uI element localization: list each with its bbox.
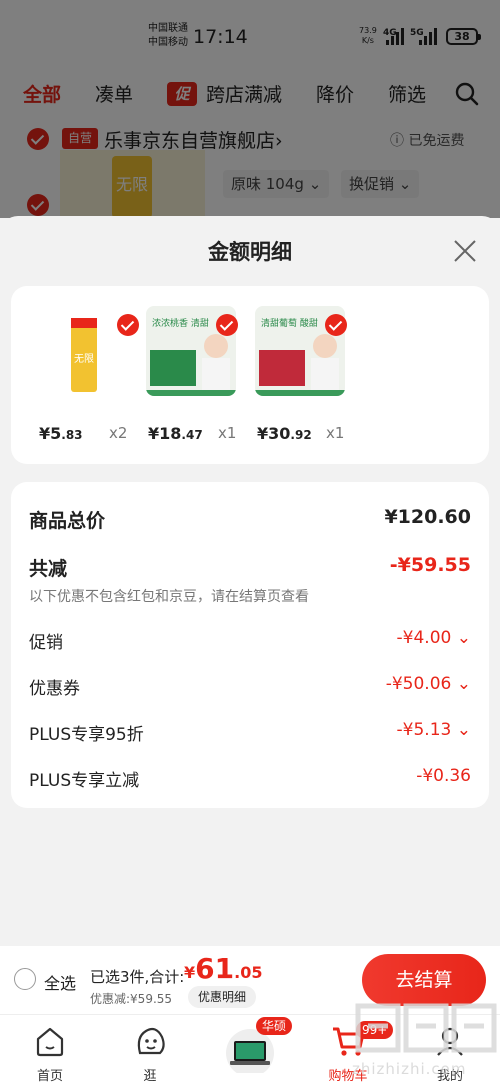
- item-check-icon-3: [325, 314, 347, 336]
- item-thumb-2[interactable]: 浓浓桃香 清甜: [146, 306, 238, 396]
- tab-home-label: 首页: [36, 1069, 63, 1083]
- tab-browse-label: 逛: [143, 1069, 157, 1083]
- browse-icon: [137, 1027, 165, 1055]
- item-banner-3: 清甜葡萄 酸甜: [261, 317, 318, 329]
- promo-value: -¥4.00 ⌄: [397, 628, 471, 648]
- item-price-dec-2: .47: [181, 428, 203, 442]
- discount-note: 以下优惠不包含红包和京豆，请在结算页查看: [29, 589, 309, 605]
- tab-home[interactable]: 首页: [20, 1023, 80, 1083]
- sheet-title: 金额明细: [208, 240, 292, 264]
- item-banner-2: 浓浓桃香 清甜: [152, 317, 209, 329]
- tab-browse[interactable]: 逛: [120, 1023, 180, 1083]
- select-all-label[interactable]: 全选: [44, 970, 76, 994]
- selected-summary: 已选3件,合计:: [90, 968, 185, 986]
- amount-detail-sheet: 金额明细 无限 浓浓桃香 清甜 清甜葡萄 酸甜 ¥5.83 x2 ¥18.47 …: [0, 216, 500, 946]
- coupon-amount: -¥50.06: [385, 674, 452, 694]
- select-all-radio[interactable]: [14, 968, 36, 990]
- plus95-label: PLUS专享95折: [29, 725, 144, 745]
- discount-row: 共减 -¥59.55: [29, 554, 471, 581]
- item-price-int-2: ¥18: [148, 424, 182, 443]
- total-int: 61: [195, 952, 235, 985]
- item-check-icon-1: [117, 314, 139, 336]
- total-price-label: 商品总价: [29, 510, 106, 532]
- promo-badge: 华硕: [256, 1017, 293, 1035]
- chevron-down-icon: ⌄: [456, 674, 471, 694]
- watermark: zhizhizhi.com: [352, 996, 500, 1083]
- plus95-row[interactable]: PLUS专享95折 -¥5.13 ⌄: [29, 720, 471, 745]
- watermark-text: zhizhizhi.com: [352, 1060, 467, 1078]
- item-price-2: ¥18.47: [148, 424, 203, 443]
- promo-label: 促销: [29, 633, 63, 653]
- item-price-dec-1: .83: [61, 428, 83, 442]
- plus95-value: -¥5.13 ⌄: [397, 720, 471, 740]
- discount-label: 共减: [29, 558, 68, 580]
- coupon-row[interactable]: 优惠券 -¥50.06 ⌄: [29, 674, 471, 699]
- watermark-logo-icon: [355, 1003, 497, 1053]
- item-price-3: ¥30.92: [257, 424, 312, 443]
- total-amount: ¥61.05: [184, 952, 262, 985]
- item-qty-2: x1: [218, 424, 237, 442]
- coupon-label: 优惠券: [29, 679, 80, 699]
- breakdown-card: 商品总价 ¥120.60 共减 -¥59.55 以下优惠不包含红包和京豆，请在结…: [11, 482, 489, 808]
- chevron-down-icon: ⌄: [456, 628, 471, 648]
- discount-detail-button[interactable]: 优惠明细: [188, 986, 256, 1008]
- items-card: 无限 浓浓桃香 清甜 清甜葡萄 酸甜 ¥5.83 x2 ¥18.47 x1 ¥3…: [11, 286, 489, 464]
- item-price-int-3: ¥30: [257, 424, 291, 443]
- item-price-int-1: ¥5: [39, 424, 62, 443]
- chevron-down-icon: ⌄: [456, 720, 471, 740]
- coupon-value: -¥50.06 ⌄: [386, 674, 471, 694]
- plus-reduce-row: PLUS专享立减 -¥0.36: [29, 766, 471, 791]
- total-price-value: ¥120.60: [384, 506, 471, 528]
- home-icon: [36, 1027, 64, 1057]
- total-currency: ¥: [184, 963, 196, 982]
- plus-reduce-value: -¥0.36: [416, 766, 471, 786]
- plus-reduce-label: PLUS专享立减: [29, 771, 140, 791]
- item-qty-3: x1: [326, 424, 345, 442]
- promo-amount: -¥4.00: [396, 628, 452, 648]
- dim-overlay[interactable]: [0, 0, 500, 218]
- total-price-row: 商品总价 ¥120.60: [29, 506, 471, 533]
- item-thumb-3[interactable]: 清甜葡萄 酸甜: [255, 306, 347, 396]
- item-qty-1: x2: [109, 424, 128, 442]
- item-check-icon-2: [216, 314, 238, 336]
- svg-text:无限: 无限: [74, 353, 94, 365]
- total-dec: .05: [234, 963, 263, 982]
- discount-value: -¥59.55: [389, 554, 471, 576]
- item-price-1: ¥5.83: [39, 424, 83, 443]
- promo-row[interactable]: 促销 -¥4.00 ⌄: [29, 628, 471, 653]
- close-icon[interactable]: [452, 238, 478, 264]
- item-thumb-1[interactable]: 无限: [47, 306, 139, 396]
- item-price-dec-3: .92: [290, 428, 312, 442]
- plus95-amount: -¥5.13: [396, 720, 452, 740]
- discount-summary: 优惠减:¥59.55: [90, 992, 173, 1006]
